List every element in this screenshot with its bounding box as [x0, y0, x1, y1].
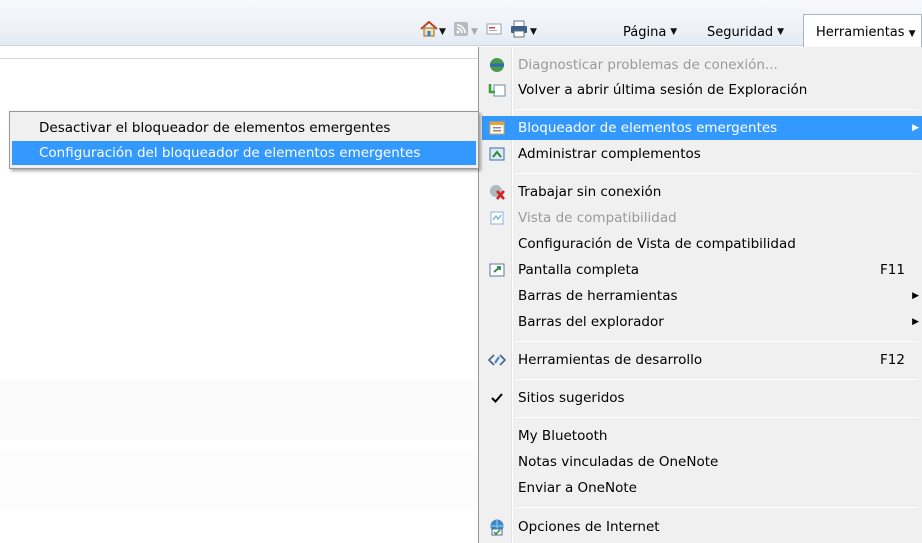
- menu-item-fullscreen[interactable]: Pantalla completa F11: [482, 258, 922, 282]
- menu-item-reopen-session[interactable]: Volver a abrir última sesión de Explorac…: [482, 78, 922, 102]
- content-divider: [0, 58, 478, 59]
- compatibility-view-icon: [488, 209, 506, 227]
- print-dropdown[interactable]: ▼: [526, 22, 537, 42]
- menu-item-suggested-sites[interactable]: Sitios sugeridos: [482, 386, 922, 410]
- page-menu-label: Página: [623, 24, 667, 40]
- page-background-lower: [0, 450, 478, 510]
- shortcut-f11: F11: [880, 262, 905, 278]
- menu-separator: [515, 507, 918, 508]
- command-bar: ▼ ▼ ▼ Página ▼ Seguridad ▼: [0, 0, 922, 46]
- menu-item-diagnose-connection[interactable]: Diagnosticar problemas de conexión...: [482, 53, 922, 77]
- menu-separator: [515, 173, 918, 174]
- menu-separator: [515, 341, 918, 342]
- menu-item-compatibility-settings[interactable]: Configuración de Vista de compatibilidad: [482, 232, 922, 256]
- submenu-arrow-icon: ▶: [912, 317, 919, 327]
- submenu-item-label: Desactivar el bloqueador de elementos em…: [39, 120, 391, 136]
- submenu-arrow-icon: ▶: [912, 291, 919, 301]
- menu-item-compatibility-view[interactable]: Vista de compatibilidad: [482, 206, 922, 230]
- internet-options-icon: [488, 518, 506, 536]
- safety-menu-label: Seguridad: [707, 24, 774, 40]
- menu-item-internet-options[interactable]: Opciones de Internet: [482, 515, 922, 539]
- safety-menu-button[interactable]: Seguridad ▼: [707, 22, 784, 42]
- menu-item-explorer-bars[interactable]: Barras del explorador ▶: [482, 310, 922, 334]
- tools-menu-label: Herramientas: [816, 25, 905, 40]
- feeds-dropdown[interactable]: ▼: [467, 22, 478, 42]
- popup-blocker-submenu: Desactivar el bloqueador de elementos em…: [9, 111, 479, 169]
- mail-icon[interactable]: [484, 19, 504, 39]
- submenu-item-label: Configuración del bloqueador de elemento…: [39, 145, 421, 161]
- menu-item-developer-tools[interactable]: Herramientas de desarrollo F12: [482, 348, 922, 372]
- shortcut-f12: F12: [880, 352, 905, 368]
- tools-menu: Diagnosticar problemas de conexión... Vo…: [478, 47, 922, 543]
- menu-item-send-to-onenote[interactable]: Enviar a OneNote: [482, 476, 922, 500]
- home-dropdown[interactable]: ▼: [435, 22, 446, 42]
- menu-separator: [515, 109, 918, 110]
- reopen-session-icon: [488, 81, 506, 99]
- menu-separator: [515, 379, 918, 380]
- check-icon: [488, 389, 506, 407]
- fullscreen-icon: [488, 261, 506, 279]
- network-diagnose-icon: [488, 56, 506, 74]
- offline-icon: [488, 183, 506, 201]
- page-menu-button[interactable]: Página ▼: [623, 22, 677, 42]
- menu-item-my-bluetooth[interactable]: My Bluetooth: [482, 424, 922, 448]
- tools-menu-button[interactable]: Herramientas ▼: [803, 14, 922, 48]
- menu-item-work-offline[interactable]: Trabajar sin conexión: [482, 180, 922, 204]
- submenu-item-popup-blocker-settings[interactable]: Configuración del bloqueador de elemento…: [12, 141, 476, 165]
- menu-item-manage-addons[interactable]: Administrar complementos: [482, 142, 922, 166]
- page-background: [0, 380, 478, 440]
- addons-icon: [488, 145, 506, 163]
- submenu-arrow-icon: ▶: [912, 123, 919, 133]
- menu-item-toolbars[interactable]: Barras de herramientas ▶: [482, 284, 922, 308]
- menu-separator: [515, 417, 918, 418]
- developer-tools-icon: [488, 351, 506, 369]
- menu-item-popup-blocker[interactable]: Bloqueador de elementos emergentes ▶: [482, 116, 922, 140]
- submenu-item-disable-popup-blocker[interactable]: Desactivar el bloqueador de elementos em…: [12, 116, 476, 140]
- menu-item-onenote-linked-notes[interactable]: Notas vinculadas de OneNote: [482, 450, 922, 474]
- popup-blocker-icon: [488, 119, 506, 137]
